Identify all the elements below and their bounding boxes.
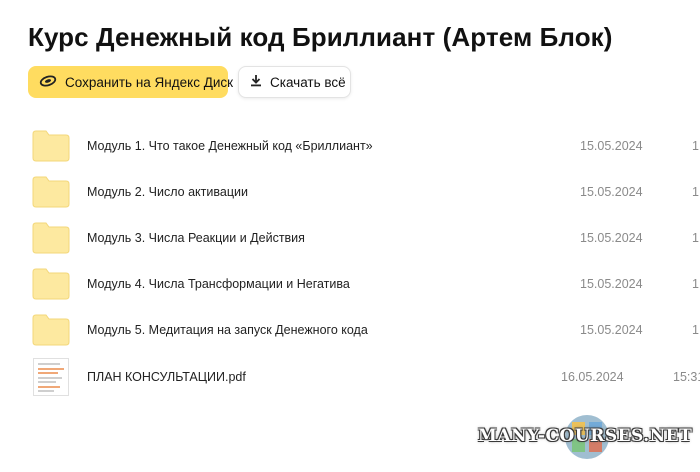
list-item[interactable]: Модуль 3. Числа Реакции и Действия 15.05… xyxy=(0,214,700,260)
watermark-text: MANY-COURSES.NET xyxy=(478,426,693,446)
folder-icon xyxy=(32,222,70,259)
file-date: 15.05.2024 xyxy=(580,231,643,245)
folder-icon xyxy=(32,130,70,167)
file-extra: 1 xyxy=(692,139,699,153)
file-name: Модуль 5. Медитация на запуск Денежного … xyxy=(87,323,368,337)
file-name: Модуль 1. Что такое Денежный код «Брилли… xyxy=(87,139,373,153)
file-extra: 1 xyxy=(692,185,699,199)
file-date: 15.05.2024 xyxy=(580,139,643,153)
yandex-disk-icon xyxy=(39,74,57,91)
download-icon xyxy=(250,74,262,90)
download-all-button[interactable]: Скачать всё xyxy=(238,66,351,98)
file-name: Модуль 4. Числа Трансформации и Негатива xyxy=(87,277,350,291)
file-name: ПЛАН КОНСУЛЬТАЦИИ.pdf xyxy=(87,370,246,384)
file-date: 15.05.2024 xyxy=(580,277,643,291)
page-title: Курс Денежный код Бриллиант (Артем Блок) xyxy=(28,22,613,52)
file-date: 15.05.2024 xyxy=(580,185,643,199)
file-extra: 1 xyxy=(692,323,699,337)
file-extra: 1 xyxy=(692,277,699,291)
list-item[interactable]: Модуль 5. Медитация на запуск Денежного … xyxy=(0,306,700,352)
folder-icon xyxy=(32,176,70,213)
list-item[interactable]: Модуль 2. Число активации 15.05.2024 1 xyxy=(0,168,700,214)
file-date: 15.05.2024 xyxy=(580,323,643,337)
file-extra: 1 xyxy=(692,231,699,245)
folder-icon xyxy=(32,314,70,351)
save-to-yandex-disk-button[interactable]: Сохранить на Яндекс Диск xyxy=(28,66,233,98)
file-extra: 15:31 xyxy=(673,370,700,384)
list-item[interactable]: ПЛАН КОНСУЛЬТАЦИИ.pdf 16.05.2024 15:31 xyxy=(0,358,700,404)
download-button-label: Скачать всё xyxy=(270,74,346,90)
list-item[interactable]: Модуль 1. Что такое Денежный код «Брилли… xyxy=(0,122,700,168)
file-name: Модуль 2. Число активации xyxy=(87,185,248,199)
folder-icon xyxy=(32,268,70,305)
pdf-file-icon xyxy=(33,358,69,396)
list-item[interactable]: Модуль 4. Числа Трансформации и Негатива… xyxy=(0,260,700,306)
file-date: 16.05.2024 xyxy=(561,370,624,384)
file-name: Модуль 3. Числа Реакции и Действия xyxy=(87,231,305,245)
save-button-label: Сохранить на Яндекс Диск xyxy=(65,74,234,90)
